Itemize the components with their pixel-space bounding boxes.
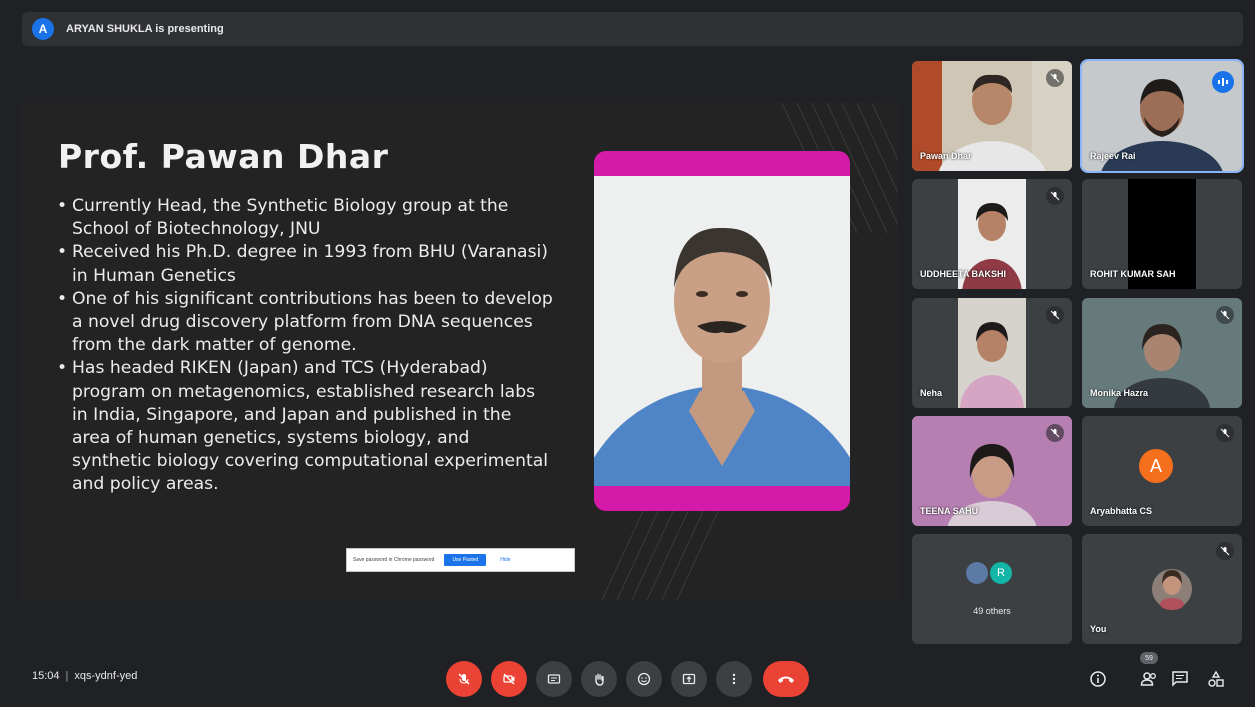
raise-hand-icon [595,673,604,686]
bullet-item: One of his significant contributions has… [54,288,554,358]
leave-call-button[interactable] [763,661,809,697]
mic-off-icon [1216,306,1234,324]
reactions-button[interactable] [626,661,662,697]
participant-tile[interactable]: TEENA SAHU [912,416,1072,526]
participant-tile[interactable]: A Aryabhatta CS [1082,416,1242,526]
participant-tile[interactable]: ROHIT KUMAR SAH [1082,179,1242,289]
chat-icon [1172,671,1188,687]
presenter-avatar: A [32,18,54,40]
participant-avatar: A [1139,449,1173,483]
participant-name: ROHIT KUMAR SAH [1090,269,1176,279]
presenter-label: ARYAN SHUKLA is presenting [66,23,224,35]
activities-button[interactable] [1203,666,1229,692]
presentation-slide: Prof. Pawan Dhar Currently Head, the Syn… [22,103,898,600]
more-vert-icon [732,673,736,685]
participant-name: Pawan Dhar [920,151,972,161]
mic-toggle-button[interactable] [446,661,482,697]
mic-off-icon [1046,187,1064,205]
captions-icon [547,674,561,684]
more-options-button[interactable] [716,661,752,697]
captions-button[interactable] [536,661,572,697]
meet-window: A ARYAN SHUKLA is presenting Prof. Pawan… [0,0,1255,707]
slide-title: Prof. Pawan Dhar [58,137,389,176]
chat-button[interactable] [1167,666,1193,692]
participant-tile[interactable]: Neha [912,298,1072,408]
camera-off-icon [503,673,515,685]
mic-off-icon [1046,424,1064,442]
present-screen-icon [682,673,696,685]
popup-dismiss-link[interactable]: Hide [500,557,510,563]
speaker-photo [594,176,850,486]
participant-count-badge: 59 [1140,652,1158,664]
bullet-list: Currently Head, the Synthetic Biology gr… [54,195,554,497]
raise-hand-button[interactable] [581,661,617,697]
call-controls [0,661,1255,697]
camera-toggle-button[interactable] [491,661,527,697]
mic-off-icon [1216,542,1234,560]
participant-name: Monika Hazra [1090,388,1149,398]
bullet-item: Currently Head, the Synthetic Biology gr… [54,195,554,241]
presenter-banner: A ARYAN SHUKLA is presenting [22,12,1243,46]
bullet-item: Has headed RIKEN (Japan) and TCS (Hydera… [54,357,554,496]
present-screen-button[interactable] [671,661,707,697]
people-button[interactable] [1136,666,1162,692]
participant-name: Rajeev Rai [1090,151,1136,161]
save-password-popup: Save password in Chrome password Use Pas… [346,548,575,572]
participant-avatar: R [990,562,1012,584]
participant-name: Neha [920,388,943,398]
others-tile[interactable]: R 49 others [912,534,1072,644]
self-tile[interactable]: You [1082,534,1242,644]
participant-tile[interactable]: Pawan Dhar [912,61,1072,171]
participant-tile-active-speaker[interactable]: Rajeev Rai [1080,59,1244,173]
bullet-item: Received his Ph.D. degree in 1993 from B… [54,241,554,287]
people-icon [1140,672,1156,686]
participant-name: You [1090,624,1107,634]
participant-name: UDDHEETA BAKSHI [920,269,1007,279]
meeting-details-button[interactable] [1085,666,1111,692]
participant-tile[interactable]: Monika Hazra [1082,298,1242,408]
info-icon [1090,671,1106,687]
activities-icon [1208,670,1224,687]
speaker-photo-frame [594,151,850,511]
hang-up-icon [778,676,794,683]
mic-off-icon [1216,424,1234,442]
participant-name: TEENA SAHU [920,506,979,516]
mic-off-icon [1046,69,1064,87]
speaking-indicator-icon [1212,71,1234,93]
participant-tile[interactable]: UDDHEETA BAKSHI [912,179,1072,289]
others-count-label: 49 others [973,606,1011,616]
participant-name: Aryabhatta CS [1090,506,1153,516]
participant-avatar-photo [966,562,988,584]
popup-text: Save password in Chrome password [353,557,435,563]
emoji-icon [637,672,651,686]
popup-confirm-button[interactable]: Use Pasted [444,554,487,566]
mic-off-icon [458,673,470,685]
mic-off-icon [1046,306,1064,324]
